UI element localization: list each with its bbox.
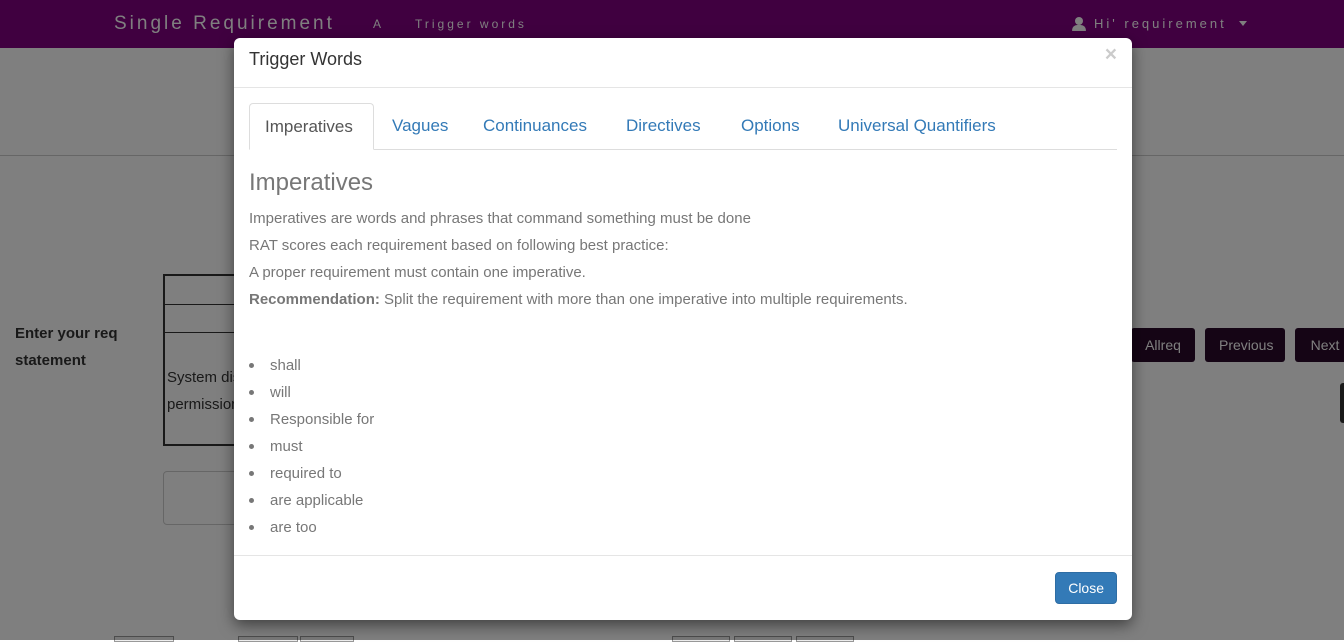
description-line: Imperatives are words and phrases that c… bbox=[249, 210, 751, 227]
modal-footer: Close bbox=[234, 555, 1132, 621]
list-item: must bbox=[249, 433, 374, 460]
tab-universal-quantifiers[interactable]: Universal Quantifiers bbox=[823, 103, 1011, 149]
description-line: A proper requirement must contain one im… bbox=[249, 264, 586, 281]
list-item: shall bbox=[249, 352, 374, 379]
tab-vagues[interactable]: Vagues bbox=[377, 103, 463, 149]
recommendation-text: Split the requirement with more than one… bbox=[379, 291, 908, 308]
recommendation: Recommendation: Split the requirement wi… bbox=[249, 291, 908, 308]
trigger-word-list: shall will Responsible for must required… bbox=[249, 352, 374, 541]
trigger-words-modal: Trigger Words × Imperatives Vagues Conti… bbox=[234, 38, 1132, 620]
tab-imperatives[interactable]: Imperatives bbox=[249, 103, 374, 150]
list-item: are too bbox=[249, 514, 374, 541]
section-heading: Imperatives bbox=[249, 169, 374, 196]
close-icon[interactable]: × bbox=[1105, 43, 1117, 67]
recommendation-label: Recommendation: bbox=[249, 291, 380, 308]
description-line: RAT scores each requirement based on fol… bbox=[249, 237, 669, 254]
list-item: are applicable bbox=[249, 487, 374, 514]
tab-directives[interactable]: Directives bbox=[611, 103, 716, 149]
tab-bar: Imperatives Vagues Continuances Directiv… bbox=[249, 103, 1117, 150]
tab-continuances[interactable]: Continuances bbox=[468, 103, 602, 149]
tab-options[interactable]: Options bbox=[726, 103, 815, 149]
modal-header: Trigger Words × bbox=[234, 38, 1132, 88]
list-item: Responsible for bbox=[249, 406, 374, 433]
modal-title: Trigger Words bbox=[249, 49, 363, 69]
list-item: will bbox=[249, 379, 374, 406]
close-button[interactable]: Close bbox=[1055, 572, 1117, 604]
list-item: required to bbox=[249, 460, 374, 487]
